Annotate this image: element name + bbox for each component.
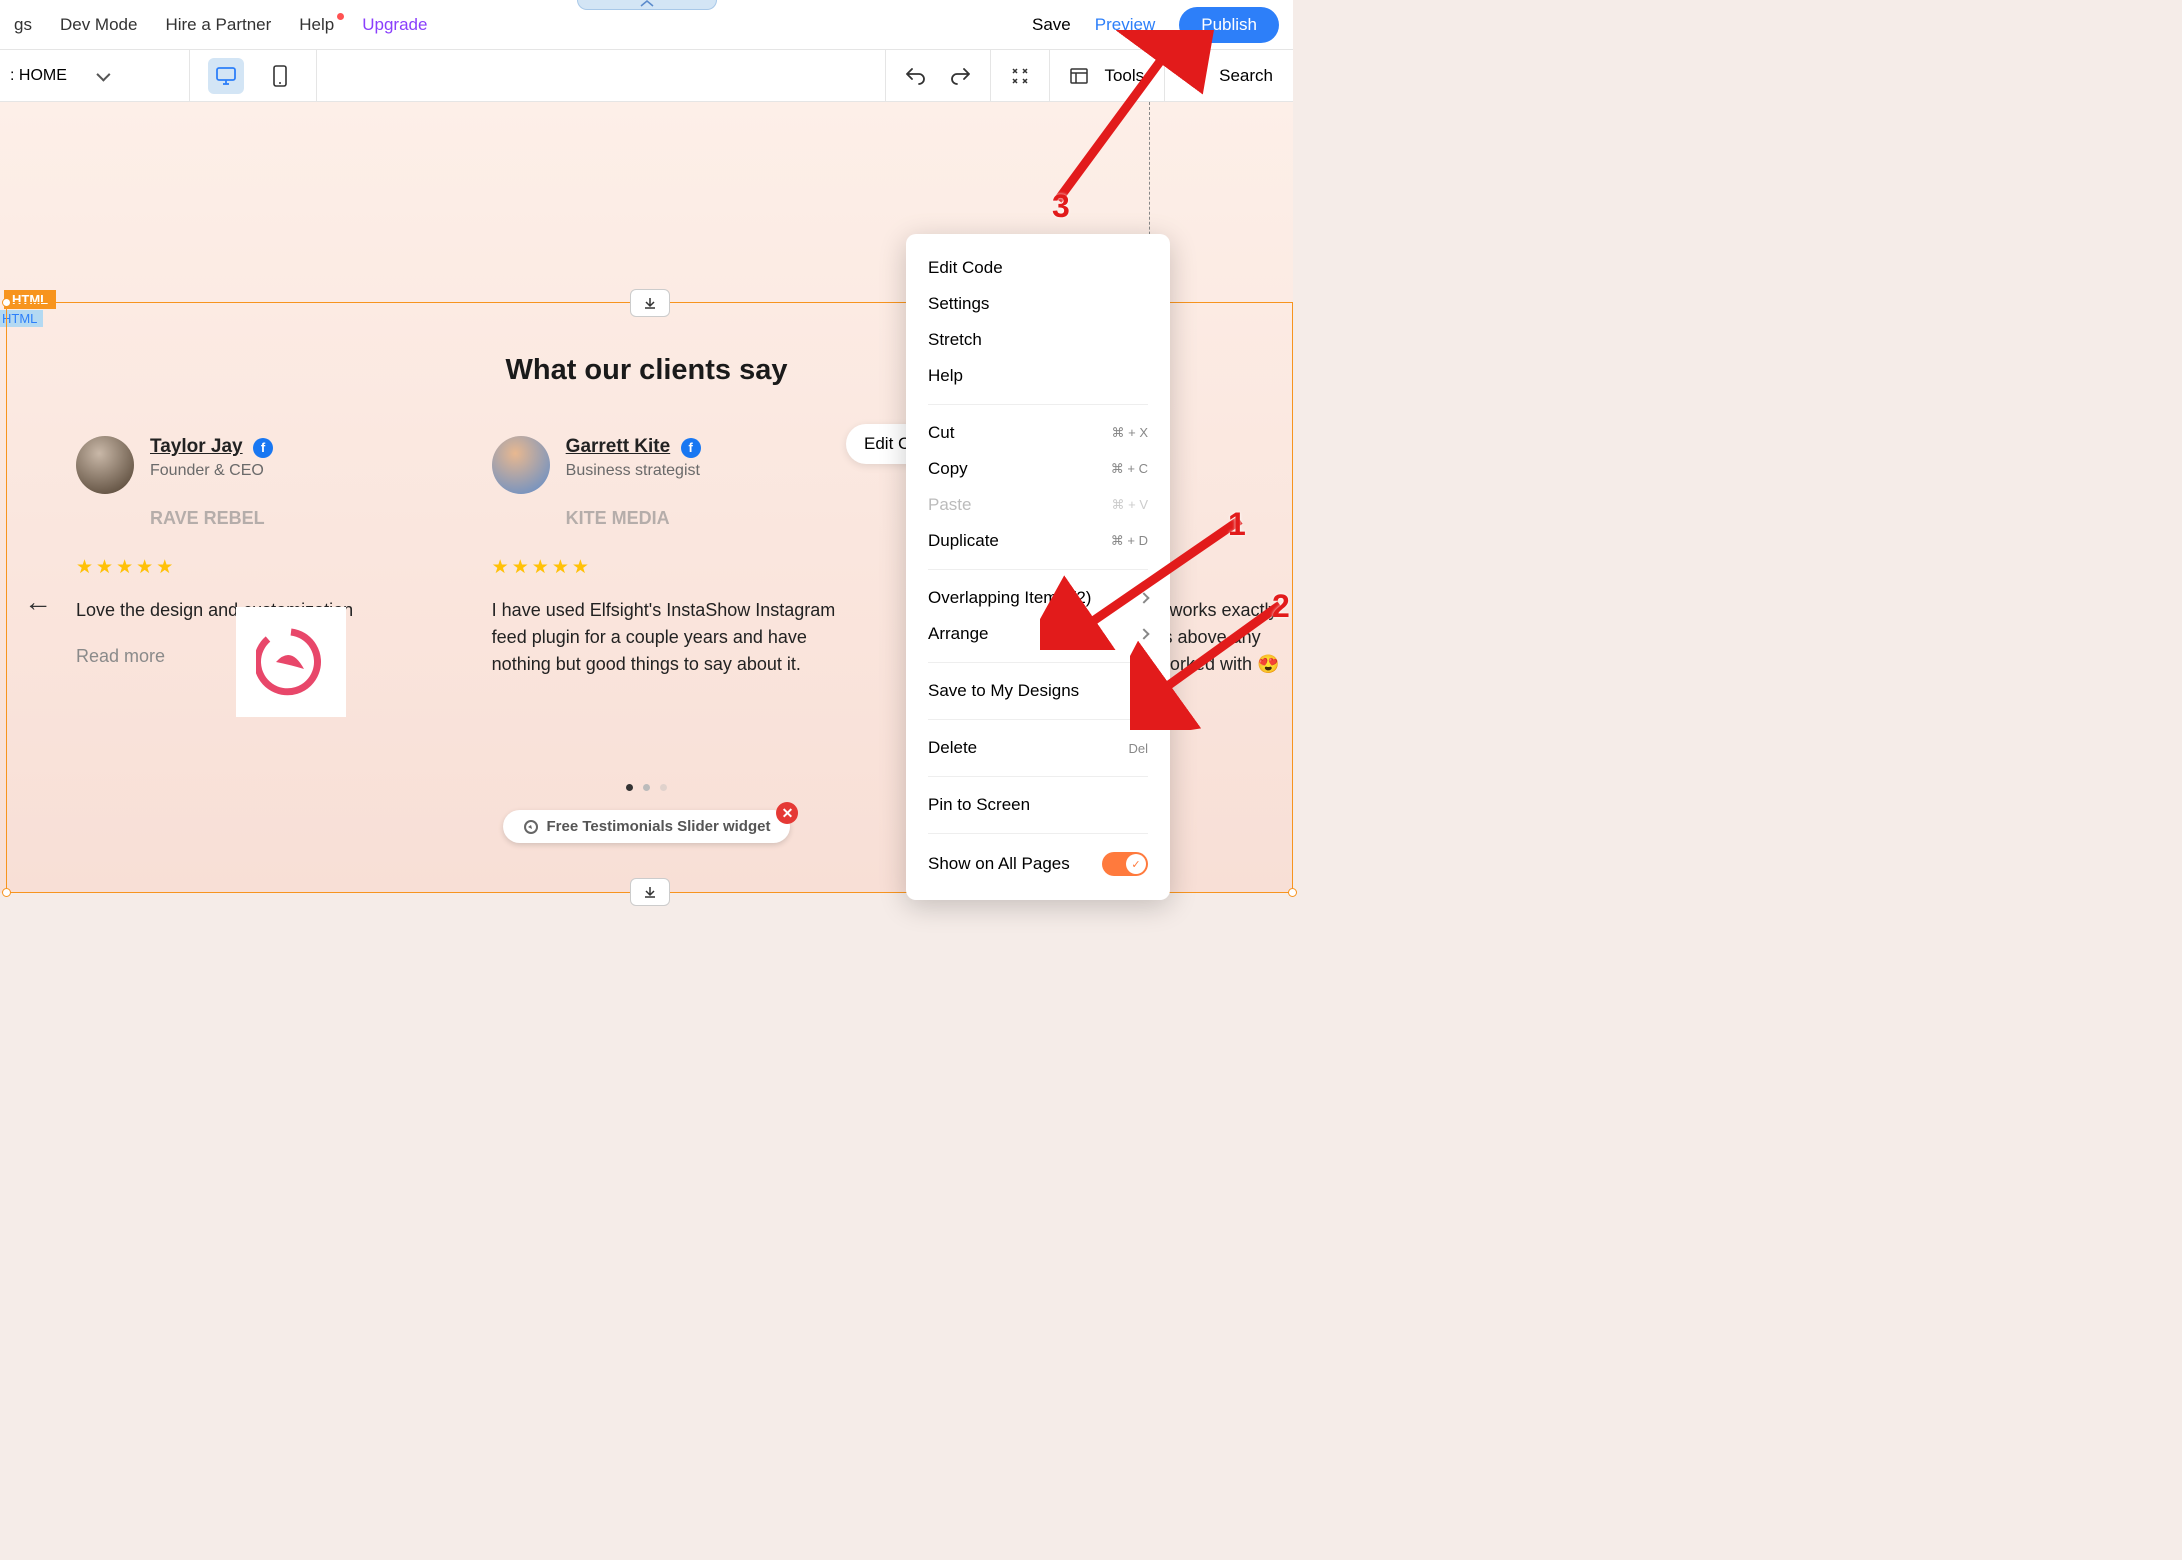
avatar	[76, 436, 134, 494]
star-rating: ★★★★★	[76, 556, 452, 579]
company-logo: KITE MEDIA	[566, 508, 868, 538]
chevron-down-icon	[96, 67, 110, 81]
undo-icon[interactable]	[906, 67, 926, 85]
resize-handle[interactable]	[2, 298, 11, 307]
ctx-delete[interactable]: DeleteDel	[906, 730, 1170, 766]
context-menu: Edit Code Settings Stretch Help Cut⌘ + X…	[906, 234, 1170, 900]
expand-handle-top[interactable]	[630, 289, 670, 317]
menu-item-settings[interactable]: gs	[14, 15, 32, 35]
collapse-handle[interactable]	[577, 0, 717, 10]
notification-dot-icon	[337, 13, 344, 20]
mobile-view-button[interactable]	[262, 58, 298, 94]
menu-item-help[interactable]: Help	[299, 15, 334, 35]
ctx-overlapping-items[interactable]: Overlapping Items (2)	[906, 580, 1170, 616]
ctx-save-to-my-designs[interactable]: Save to My Designs	[906, 673, 1170, 709]
facebook-icon[interactable]: f	[253, 438, 273, 458]
redo-icon[interactable]	[950, 67, 970, 85]
desktop-view-button[interactable]	[208, 58, 244, 94]
menu-item-hire-partner[interactable]: Hire a Partner	[165, 15, 271, 35]
toggle-knob-icon: ✓	[1126, 854, 1146, 874]
carousel-dot[interactable]	[626, 784, 633, 791]
annotation-number-2: 2	[1272, 588, 1290, 625]
carousel-dot[interactable]	[660, 784, 667, 791]
page-selector[interactable]: : HOME	[0, 50, 190, 101]
zoom-out-icon[interactable]	[1011, 67, 1029, 85]
reviewer-name[interactable]: Garrett Kite	[566, 436, 671, 457]
ctx-arrange[interactable]: Arrange	[906, 616, 1170, 652]
testimonial-card: Garrett Kite f Business strategist KITE …	[492, 436, 868, 705]
carousel-dot[interactable]	[643, 784, 650, 791]
carousel-prev-arrow[interactable]: ←	[24, 586, 52, 618]
review-text: I have used Elfsight's InstaShow Instagr…	[492, 597, 868, 678]
tools-button[interactable]: Tools	[1049, 50, 1164, 101]
reviewer-role: Founder & CEO	[150, 462, 273, 480]
annotation-number-3: 3	[1052, 188, 1070, 225]
chevron-right-icon	[1138, 628, 1149, 639]
widget-attribution-label[interactable]: Free Testimonials Slider widget ✕	[503, 810, 791, 843]
facebook-icon[interactable]: f	[681, 438, 701, 458]
ctx-stretch[interactable]: Stretch	[906, 322, 1170, 358]
ctx-paste: Paste⌘ + V	[906, 487, 1170, 523]
resize-handle[interactable]	[1288, 888, 1297, 897]
save-button[interactable]: Save	[1032, 15, 1071, 35]
annotation-number-1: 1	[1228, 506, 1246, 543]
ctx-edit-code[interactable]: Edit Code	[906, 250, 1170, 286]
chevron-right-icon	[1138, 592, 1149, 603]
top-menu-bar: gs Dev Mode Hire a Partner Help Upgrade …	[0, 0, 1293, 50]
ctx-copy[interactable]: Copy⌘ + C	[906, 451, 1170, 487]
close-icon[interactable]: ✕	[776, 802, 798, 824]
search-icon	[1185, 67, 1203, 85]
ctx-settings[interactable]: Settings	[906, 286, 1170, 322]
toggle-switch[interactable]: ✓	[1102, 852, 1148, 876]
editor-toolbar: : HOME Tools Search	[0, 50, 1293, 102]
resize-handle[interactable]	[2, 888, 11, 897]
ctx-cut[interactable]: Cut⌘ + X	[906, 415, 1170, 451]
preview-button[interactable]: Preview	[1095, 15, 1155, 35]
publish-button[interactable]: Publish	[1179, 7, 1279, 43]
elfsight-logo-icon	[523, 819, 539, 835]
menu-item-upgrade[interactable]: Upgrade	[362, 15, 427, 35]
ctx-duplicate[interactable]: Duplicate⌘ + D	[906, 523, 1170, 559]
menu-item-devmode[interactable]: Dev Mode	[60, 15, 137, 35]
expand-handle-bottom[interactable]	[630, 878, 670, 906]
floating-logo	[236, 607, 346, 717]
star-rating: ★★★★★	[492, 556, 868, 579]
reviewer-role: Business strategist	[566, 462, 701, 480]
ctx-show-on-all-pages[interactable]: Show on All Pages ✓	[906, 844, 1170, 884]
search-button[interactable]: Search	[1164, 50, 1293, 101]
company-logo: RAVE REBEL	[150, 508, 452, 538]
reviewer-name[interactable]: Taylor Jay	[150, 436, 243, 457]
ctx-help[interactable]: Help	[906, 358, 1170, 394]
avatar	[492, 436, 550, 494]
ctx-pin-to-screen[interactable]: Pin to Screen	[906, 787, 1170, 823]
editor-canvas[interactable]: HTML HTML What our clients say ← Taylor …	[0, 102, 1293, 893]
tools-icon	[1070, 68, 1088, 84]
